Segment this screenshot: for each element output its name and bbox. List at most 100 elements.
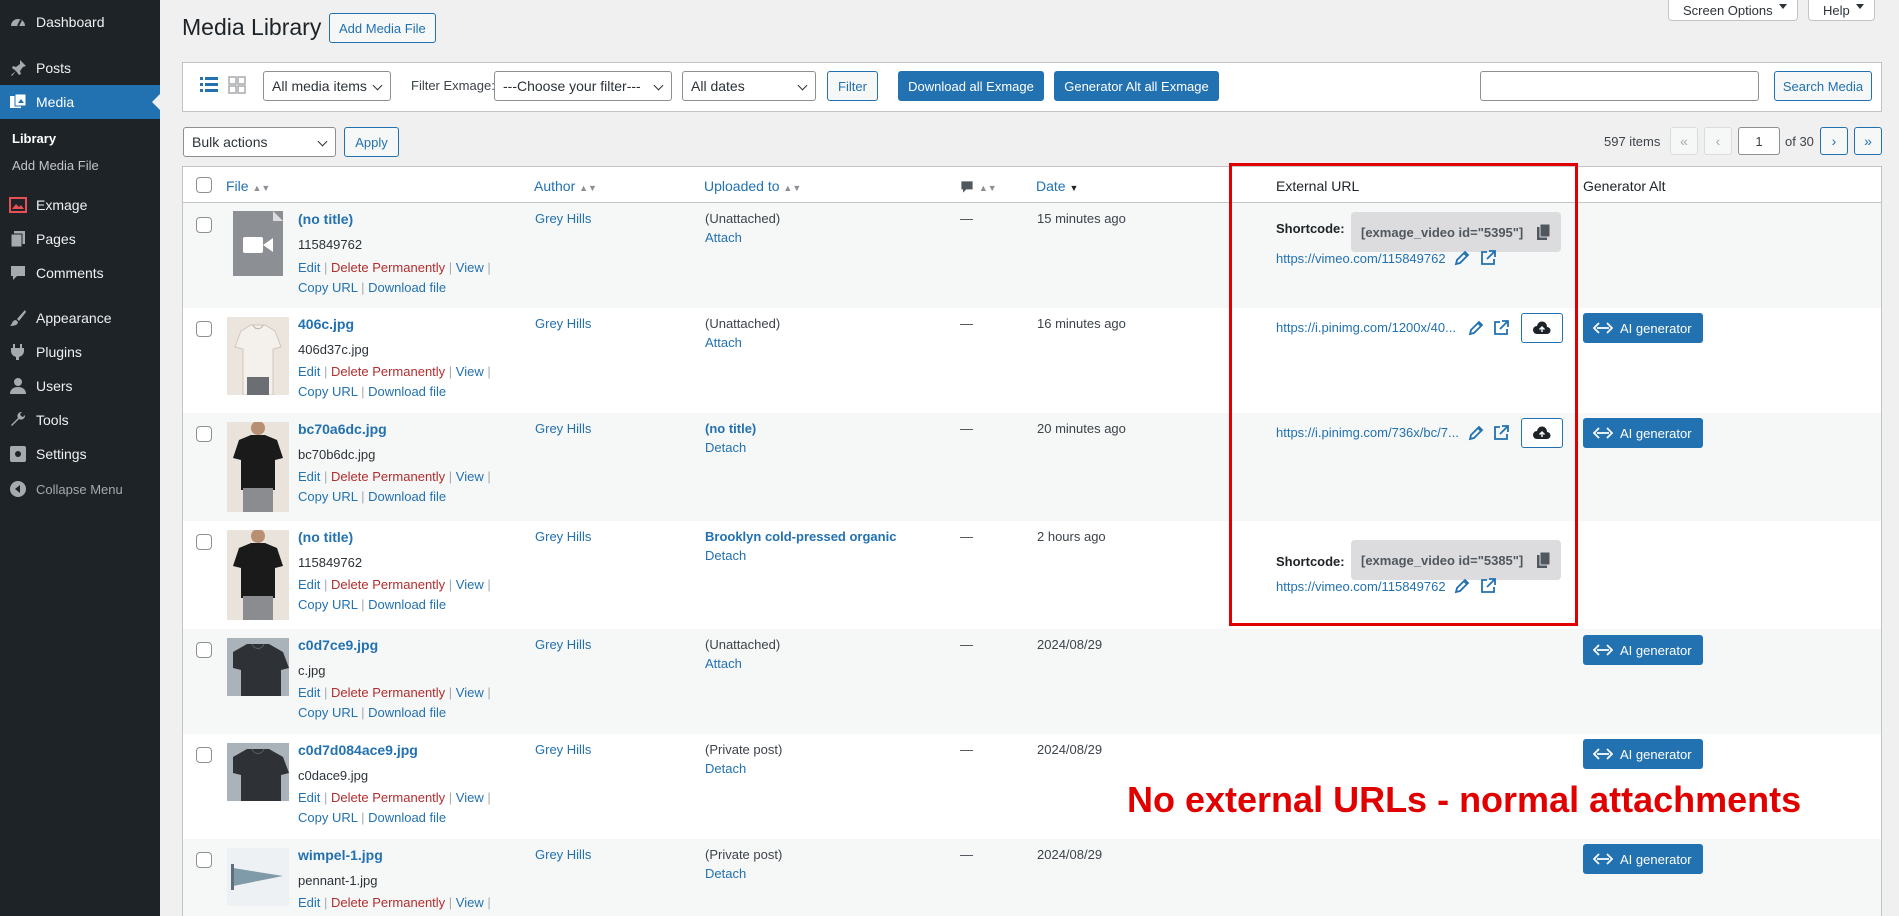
- sidebar-item-comments[interactable]: Comments: [0, 256, 160, 290]
- screen-options-button[interactable]: Screen Options: [1668, 0, 1798, 21]
- download-file-link[interactable]: Download file: [368, 280, 446, 295]
- ai-generator-button[interactable]: AI generator: [1583, 739, 1703, 769]
- edit-link[interactable]: Edit: [298, 790, 320, 805]
- view-link[interactable]: View: [456, 895, 484, 910]
- sidebar-item-appearance[interactable]: Appearance: [0, 301, 160, 335]
- view-link[interactable]: View: [456, 790, 484, 805]
- pencil-icon[interactable]: [1467, 424, 1485, 442]
- ai-generator-button[interactable]: AI generator: [1583, 635, 1703, 665]
- add-media-file-button[interactable]: Add Media File: [329, 13, 436, 43]
- author-link[interactable]: Grey Hills: [535, 211, 591, 226]
- author-link[interactable]: Grey Hills: [535, 316, 591, 331]
- image-thumbnail[interactable]: [227, 422, 289, 512]
- media-type-select[interactable]: All media items: [263, 71, 391, 101]
- copy-icon[interactable]: [1537, 224, 1551, 240]
- author-link[interactable]: Grey Hills: [535, 529, 591, 544]
- edit-link[interactable]: Edit: [298, 685, 320, 700]
- delete-permanently-link[interactable]: Delete Permanently: [331, 895, 445, 910]
- view-link[interactable]: View: [456, 685, 484, 700]
- author-link[interactable]: Grey Hills: [535, 742, 591, 757]
- detach-link[interactable]: Detach: [705, 761, 746, 776]
- file-title-link[interactable]: c0d7d084ace9.jpg: [298, 742, 418, 758]
- prev-page-button[interactable]: ‹: [1704, 127, 1732, 155]
- copy-icon[interactable]: [1537, 552, 1551, 568]
- video-thumbnail[interactable]: [233, 211, 283, 276]
- column-author[interactable]: Author ▲▼: [534, 178, 597, 194]
- external-link-icon[interactable]: [1492, 424, 1510, 442]
- copy-url-link[interactable]: Copy URL: [298, 597, 357, 612]
- row-checkbox[interactable]: [196, 426, 212, 442]
- file-title-link[interactable]: wimpel-1.jpg: [298, 847, 383, 863]
- copy-url-link[interactable]: Copy URL: [298, 280, 357, 295]
- download-file-link[interactable]: Download file: [368, 597, 446, 612]
- row-checkbox[interactable]: [196, 321, 212, 337]
- first-page-button[interactable]: «: [1670, 127, 1698, 155]
- sidebar-item-plugins[interactable]: Plugins: [0, 335, 160, 369]
- dates-select[interactable]: All dates: [682, 71, 816, 101]
- file-title-link[interactable]: (no title): [298, 211, 353, 227]
- external-url-link[interactable]: https://i.pinimg.com/1200x/40...: [1276, 320, 1456, 335]
- sidebar-item-media[interactable]: Media: [0, 85, 160, 119]
- download-file-link[interactable]: Download file: [368, 810, 446, 825]
- edit-link[interactable]: Edit: [298, 469, 320, 484]
- external-link-icon[interactable]: [1479, 577, 1497, 595]
- pencil-icon[interactable]: [1467, 319, 1485, 337]
- sidebar-item-posts[interactable]: Posts: [0, 51, 160, 85]
- external-url-link[interactable]: https://vimeo.com/115849762: [1276, 251, 1446, 266]
- sidebar-item-users[interactable]: Users: [0, 369, 160, 403]
- bulk-actions-select[interactable]: Bulk actions: [183, 127, 336, 157]
- view-link[interactable]: View: [456, 577, 484, 592]
- row-checkbox[interactable]: [196, 747, 212, 763]
- download-all-exmage-button[interactable]: Download all Exmage: [898, 71, 1044, 101]
- view-link[interactable]: View: [456, 260, 484, 275]
- external-link-icon[interactable]: [1492, 319, 1510, 337]
- cloud-upload-button[interactable]: [1521, 313, 1563, 343]
- column-comments[interactable]: ▲▼: [959, 178, 997, 195]
- grid-view-icon[interactable]: [227, 75, 247, 95]
- delete-permanently-link[interactable]: Delete Permanently: [331, 790, 445, 805]
- sidebar-item-settings[interactable]: Settings: [0, 437, 160, 471]
- last-page-button[interactable]: »: [1854, 127, 1882, 155]
- row-checkbox[interactable]: [196, 534, 212, 550]
- column-date[interactable]: Date ▼: [1036, 178, 1078, 194]
- detach-link[interactable]: Detach: [705, 548, 746, 563]
- copy-url-link[interactable]: Copy URL: [298, 489, 357, 504]
- sidebar-item-dashboard[interactable]: Dashboard: [0, 5, 160, 39]
- external-url-link[interactable]: https://vimeo.com/115849762: [1276, 579, 1446, 594]
- exmage-filter-select[interactable]: ---Choose your filter---: [494, 71, 672, 101]
- attach-link[interactable]: Attach: [705, 230, 742, 245]
- file-title-link[interactable]: (no title): [298, 529, 353, 545]
- current-page-input[interactable]: 1: [1738, 127, 1780, 155]
- ai-generator-button[interactable]: AI generator: [1583, 313, 1703, 343]
- attach-link[interactable]: Attach: [705, 335, 742, 350]
- apply-button[interactable]: Apply: [344, 127, 399, 157]
- image-thumbnail[interactable]: [227, 743, 289, 801]
- detach-link[interactable]: Detach: [705, 866, 746, 881]
- edit-link[interactable]: Edit: [298, 895, 320, 910]
- download-file-link[interactable]: Download file: [368, 384, 446, 399]
- search-media-button[interactable]: Search Media: [1774, 71, 1872, 101]
- filter-button[interactable]: Filter: [827, 71, 878, 101]
- ai-generator-button[interactable]: AI generator: [1583, 418, 1703, 448]
- collapse-menu-button[interactable]: Collapse Menu: [0, 472, 160, 506]
- external-link-icon[interactable]: [1479, 249, 1497, 267]
- column-file[interactable]: File ▲▼: [226, 178, 270, 194]
- select-all-checkbox[interactable]: [196, 177, 212, 193]
- list-view-icon[interactable]: [199, 75, 219, 95]
- edit-link[interactable]: Edit: [298, 364, 320, 379]
- author-link[interactable]: Grey Hills: [535, 421, 591, 436]
- view-link[interactable]: View: [456, 469, 484, 484]
- attach-link[interactable]: Attach: [705, 656, 742, 671]
- search-input[interactable]: [1480, 71, 1759, 101]
- copy-url-link[interactable]: Copy URL: [298, 705, 357, 720]
- submenu-add-media-file[interactable]: Add Media File: [12, 158, 99, 173]
- delete-permanently-link[interactable]: Delete Permanently: [331, 685, 445, 700]
- row-checkbox[interactable]: [196, 852, 212, 868]
- download-file-link[interactable]: Download file: [368, 489, 446, 504]
- column-uploaded-to[interactable]: Uploaded to ▲▼: [704, 178, 801, 194]
- delete-permanently-link[interactable]: Delete Permanently: [331, 577, 445, 592]
- sidebar-item-tools[interactable]: Tools: [0, 403, 160, 437]
- external-url-link[interactable]: https://i.pinimg.com/736x/bc/7...: [1276, 425, 1459, 440]
- image-thumbnail[interactable]: [227, 530, 289, 620]
- pencil-icon[interactable]: [1453, 249, 1471, 267]
